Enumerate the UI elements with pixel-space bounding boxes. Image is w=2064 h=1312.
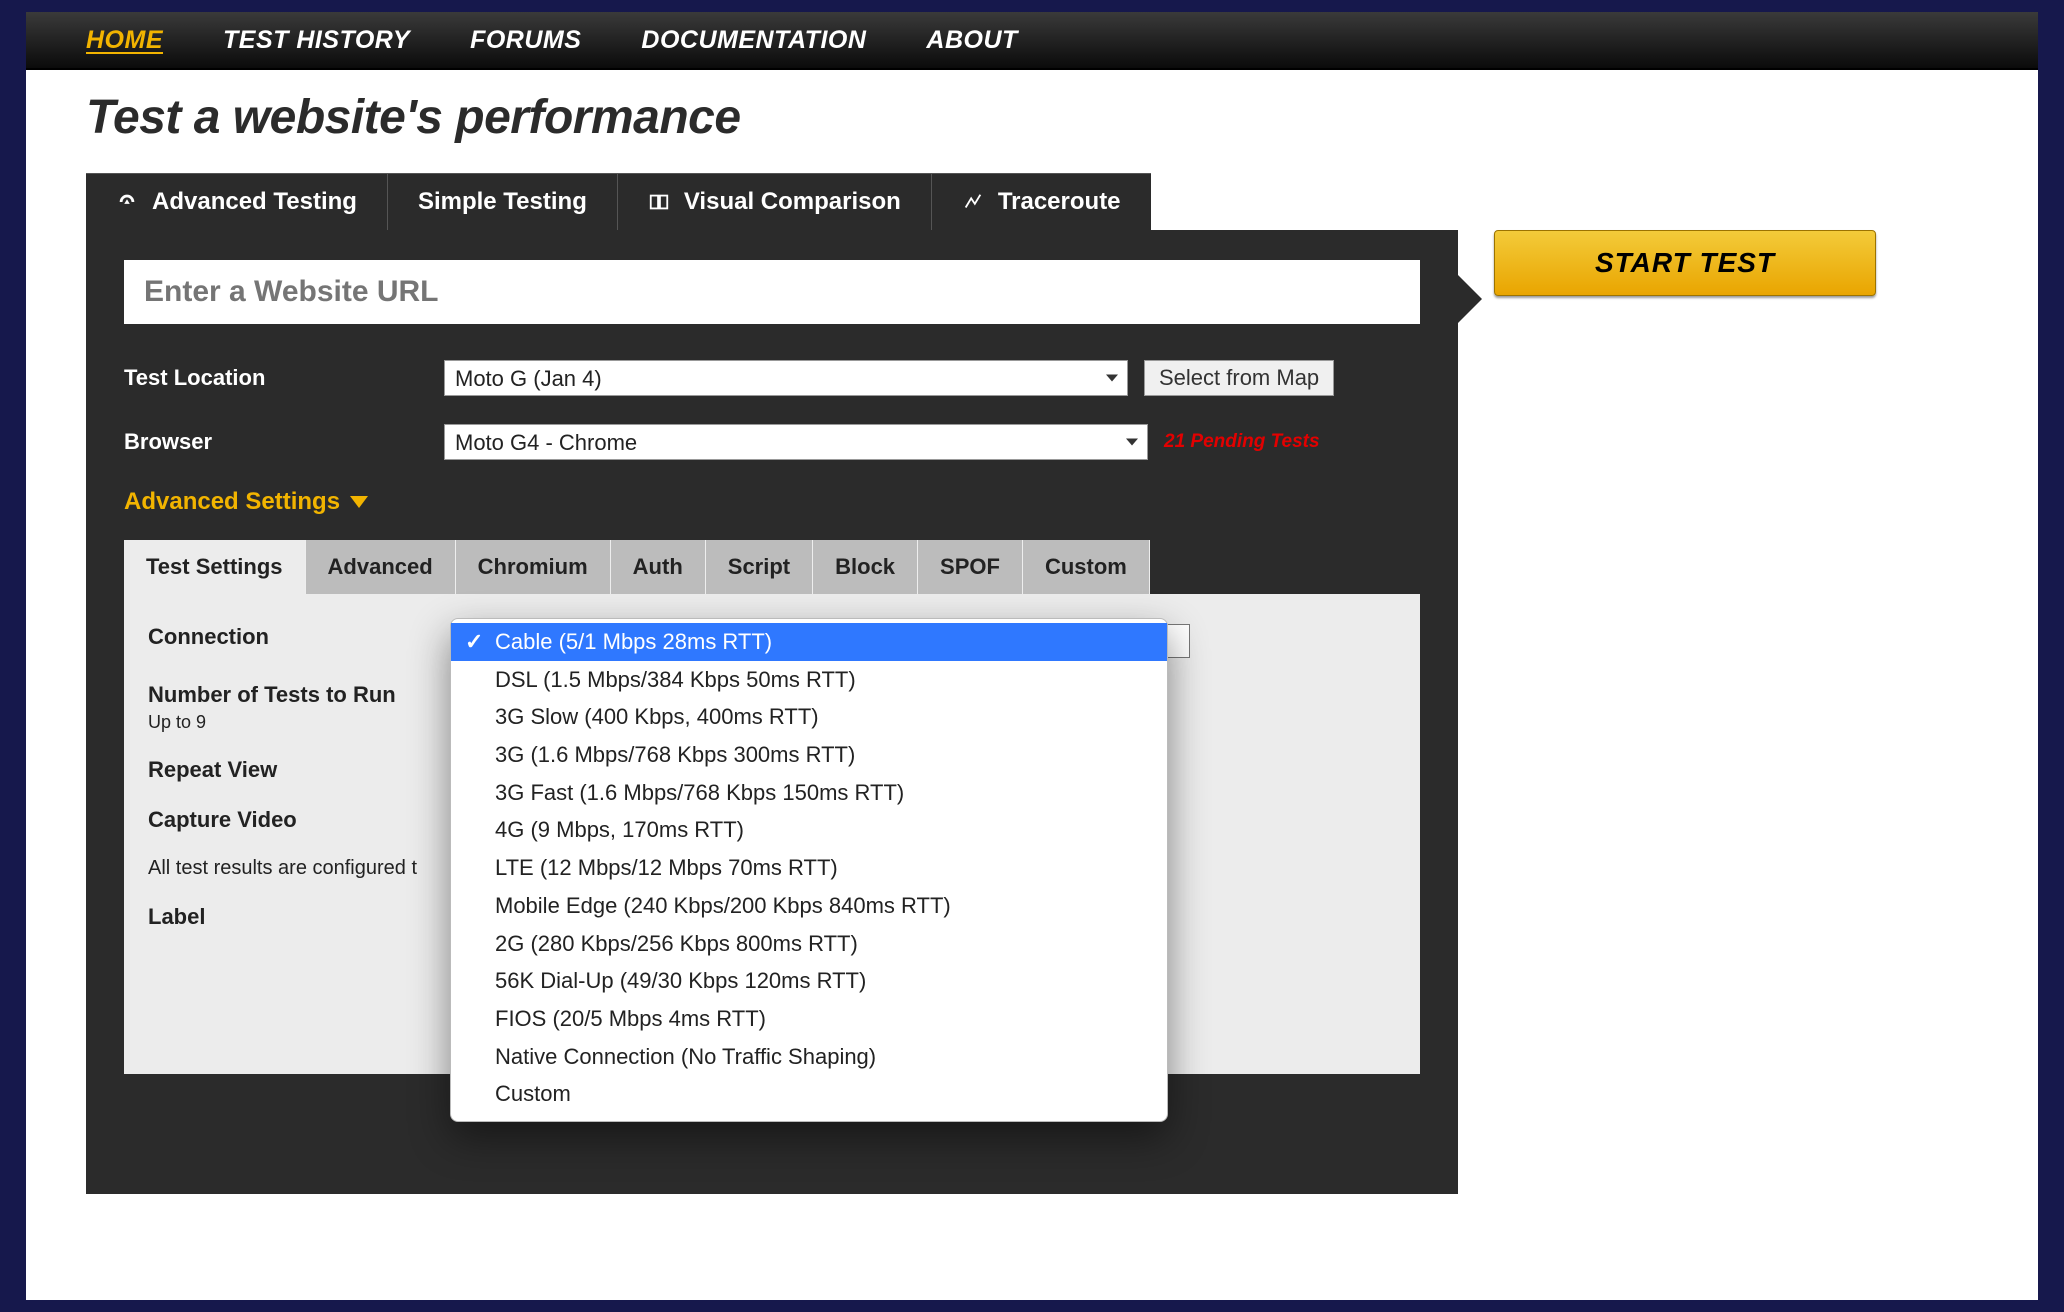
connection-option[interactable]: 2G (280 Kbps/256 Kbps 800ms RTT) [451,925,1167,963]
settings-tab-script[interactable]: Script [706,540,813,594]
connection-option[interactable]: 56K Dial-Up (49/30 Kbps 120ms RTT) [451,962,1167,1000]
capture-video-label: Capture Video [148,807,444,833]
connection-option[interactable]: 3G (1.6 Mbps/768 Kbps 300ms RTT) [451,736,1167,774]
connection-option[interactable]: 3G Slow (400 Kbps, 400ms RTT) [451,698,1167,736]
nav-home[interactable]: HOME [86,26,163,55]
tab-visual-comparison[interactable]: Visual Comparison [618,173,932,230]
advanced-settings-label: Advanced Settings [124,488,340,516]
connection-dropdown: Cable (5/1 Mbps 28ms RTT) DSL (1.5 Mbps/… [450,618,1168,1122]
page-container: HOME TEST HISTORY FORUMS DOCUMENTATION A… [26,12,2038,1300]
connection-option[interactable]: Cable (5/1 Mbps 28ms RTT) [451,623,1167,661]
connection-option[interactable]: Mobile Edge (240 Kbps/200 Kbps 840ms RTT… [451,887,1167,925]
num-tests-hint: Up to 9 [148,712,206,733]
tab-advanced-testing[interactable]: Advanced Testing [86,173,388,230]
settings-tab-test-settings[interactable]: Test Settings [124,540,306,594]
browser-label: Browser [124,429,428,455]
connection-option[interactable]: FIOS (20/5 Mbps 4ms RTT) [451,1000,1167,1038]
label-label: Label [148,904,444,930]
tab-label: Advanced Testing [152,188,357,216]
settings-tab-spof[interactable]: SPOF [918,540,1023,594]
gauge-icon [116,191,138,213]
connection-option[interactable]: 3G Fast (1.6 Mbps/768 Kbps 150ms RTT) [451,774,1167,812]
connection-option[interactable]: Custom [451,1075,1167,1113]
select-from-map-button[interactable]: Select from Map [1144,360,1334,396]
connection-option[interactable]: LTE (12 Mbps/12 Mbps 70ms RTT) [451,849,1167,887]
tab-label: Simple Testing [418,188,587,216]
settings-area: Test Settings Advanced Chromium Auth Scr… [124,540,1420,1074]
top-nav: HOME TEST HISTORY FORUMS DOCUMENTATION A… [26,12,2038,70]
tab-simple-testing[interactable]: Simple Testing [388,173,618,230]
page-title: Test a website's performance [86,90,1978,145]
location-label: Test Location [124,365,428,391]
tab-label: Visual Comparison [684,188,901,216]
content: Test a website's performance Advanced Te… [26,70,2038,1214]
connection-label: Connection [148,624,444,650]
connection-option[interactable]: DSL (1.5 Mbps/384 Kbps 50ms RTT) [451,661,1167,699]
mode-tabs: Advanced Testing Simple Testing Visual C… [86,173,1978,230]
compare-icon [648,191,670,213]
settings-body: Connection Number of Tests to Run Up to … [124,594,1420,1074]
settings-tab-advanced[interactable]: Advanced [306,540,456,594]
route-icon [962,191,984,213]
chevron-down-icon [350,496,368,508]
tab-label: Traceroute [998,188,1121,216]
repeat-view-label: Repeat View [148,757,444,783]
settings-tabs: Test Settings Advanced Chromium Auth Scr… [124,540,1420,594]
pending-tests: 21 Pending Tests [1164,431,1320,453]
nav-documentation[interactable]: DOCUMENTATION [641,26,866,55]
settings-tab-custom[interactable]: Custom [1023,540,1150,594]
nav-forums[interactable]: FORUMS [470,26,581,55]
settings-tab-chromium[interactable]: Chromium [456,540,611,594]
settings-tab-block[interactable]: Block [813,540,918,594]
connection-option[interactable]: 4G (9 Mbps, 170ms RTT) [451,811,1167,849]
nav-test-history[interactable]: TEST HISTORY [223,26,410,55]
num-tests-label: Number of Tests to Run [148,682,396,708]
location-select[interactable]: Moto G (Jan 4) [444,360,1128,396]
start-test-button[interactable]: START TEST [1494,230,1876,296]
test-panel: Test Location Moto G (Jan 4) Select from… [86,230,1458,1194]
advanced-settings-toggle[interactable]: Advanced Settings [124,488,1420,516]
browser-select[interactable]: Moto G4 - Chrome [444,424,1148,460]
connection-option[interactable]: Native Connection (No Traffic Shaping) [451,1038,1167,1076]
results-note: All test results are configured t [148,857,417,880]
tab-traceroute[interactable]: Traceroute [932,173,1151,230]
nav-about[interactable]: ABOUT [926,26,1017,55]
url-input[interactable] [124,260,1420,324]
settings-tab-auth[interactable]: Auth [611,540,706,594]
